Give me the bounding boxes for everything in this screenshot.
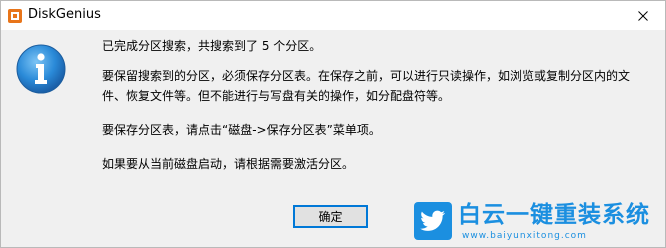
diskgenius-icon bbox=[8, 8, 22, 23]
title-bar[interactable]: DiskGenius bbox=[1, 1, 665, 30]
message-line-1: 已完成分区搜索，共搜索到了 5 个分区。 bbox=[102, 39, 322, 53]
info-icon bbox=[15, 43, 67, 95]
window-title: DiskGenius bbox=[28, 7, 101, 22]
watermark-title: 白云一键重装系统 bbox=[458, 202, 650, 228]
watermark-url: www.baiyunxitong.com bbox=[462, 231, 587, 241]
message-line-3: 要保存分区表，请点击“磁盘->保存分区表”菜单项。 bbox=[102, 123, 381, 137]
watermark: 白云一键重装系统 www.baiyunxitong.com bbox=[414, 200, 664, 246]
message-line-2: 要保留搜索到的分区，必须保存分区表。在保存之前，可以进行只读操作，如浏览或复制分… bbox=[102, 69, 631, 103]
dialog-window: DiskGenius 已完成分区搜索，共搜索到了 5 个分区。 要保留搜索到的分… bbox=[0, 0, 666, 248]
close-button[interactable] bbox=[621, 1, 665, 30]
ok-button[interactable]: 确定 bbox=[293, 205, 368, 228]
close-icon bbox=[638, 10, 648, 21]
twitter-bird-icon bbox=[414, 202, 452, 240]
message-line-4: 如果要从当前磁盘启动，请根据需要激活分区。 bbox=[102, 157, 355, 171]
